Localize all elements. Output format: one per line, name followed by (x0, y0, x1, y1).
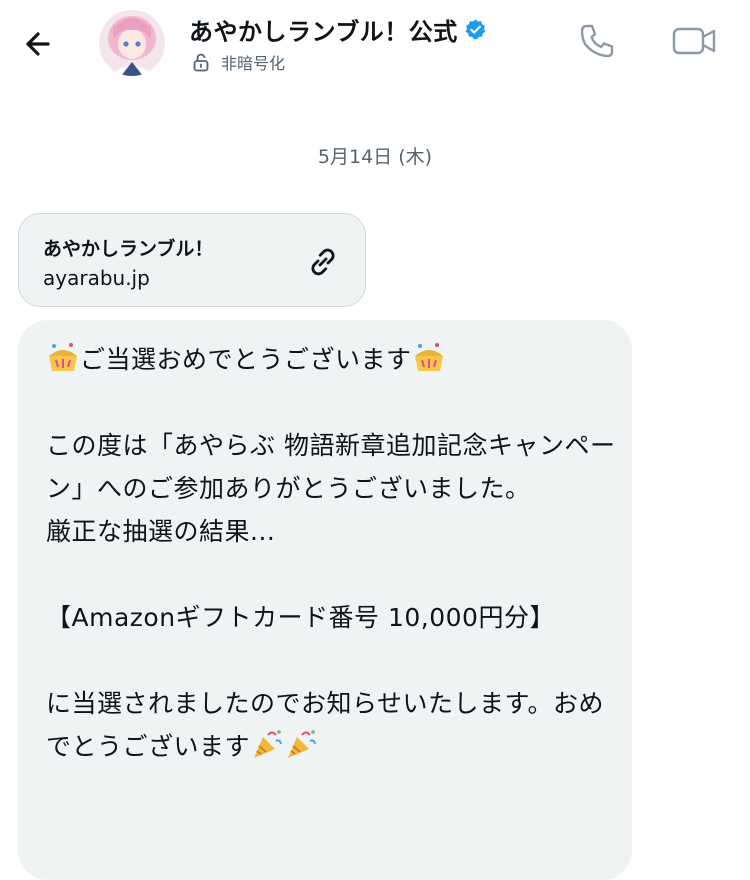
encryption-label: 非暗号化 (221, 54, 286, 73)
party-popper-icon (288, 730, 316, 758)
verified-badge-icon (465, 19, 486, 40)
encryption-status[interactable]: 非暗号化 (191, 50, 285, 74)
link-card-title: あやかしランブル！ (43, 238, 214, 260)
confetti-ball-icon (49, 343, 77, 371)
link-icon (311, 248, 335, 276)
date-separator: 5月14日 (木) (317, 146, 433, 168)
phone-icon[interactable] (576, 20, 618, 62)
avatar[interactable] (99, 10, 165, 76)
confetti-ball-icon (414, 343, 443, 371)
link-card-domain: ayarabu.jp (43, 266, 150, 290)
message-text: ご当選おめでとうございます この度は「あやらぶ 物語新章追加記念キャンペーン」へ… (46, 338, 626, 768)
page-title[interactable]: あやかしランブル！公式 (189, 12, 458, 47)
back-arrow-icon[interactable] (18, 22, 62, 66)
lock-open-icon (193, 53, 209, 72)
message-bubble[interactable]: ご当選おめでとうございます この度は「あやらぶ 物語新章追加記念キャンペーン」へ… (18, 320, 632, 880)
message-greeting: ご当選おめでとうございます (80, 345, 412, 374)
video-camera-icon[interactable] (670, 20, 718, 62)
conversation-header: あやかしランブル！公式 非暗号化 (0, 0, 750, 100)
message-body: この度は「あやらぶ 物語新章追加記念キャンペーン」へのご参加ありがとうございまし… (46, 431, 616, 761)
link-preview-card[interactable]: あやかしランブル！ ayarabu.jp (18, 213, 366, 307)
party-popper-icon (254, 730, 282, 758)
title-row: あやかしランブル！公式 (189, 12, 487, 47)
